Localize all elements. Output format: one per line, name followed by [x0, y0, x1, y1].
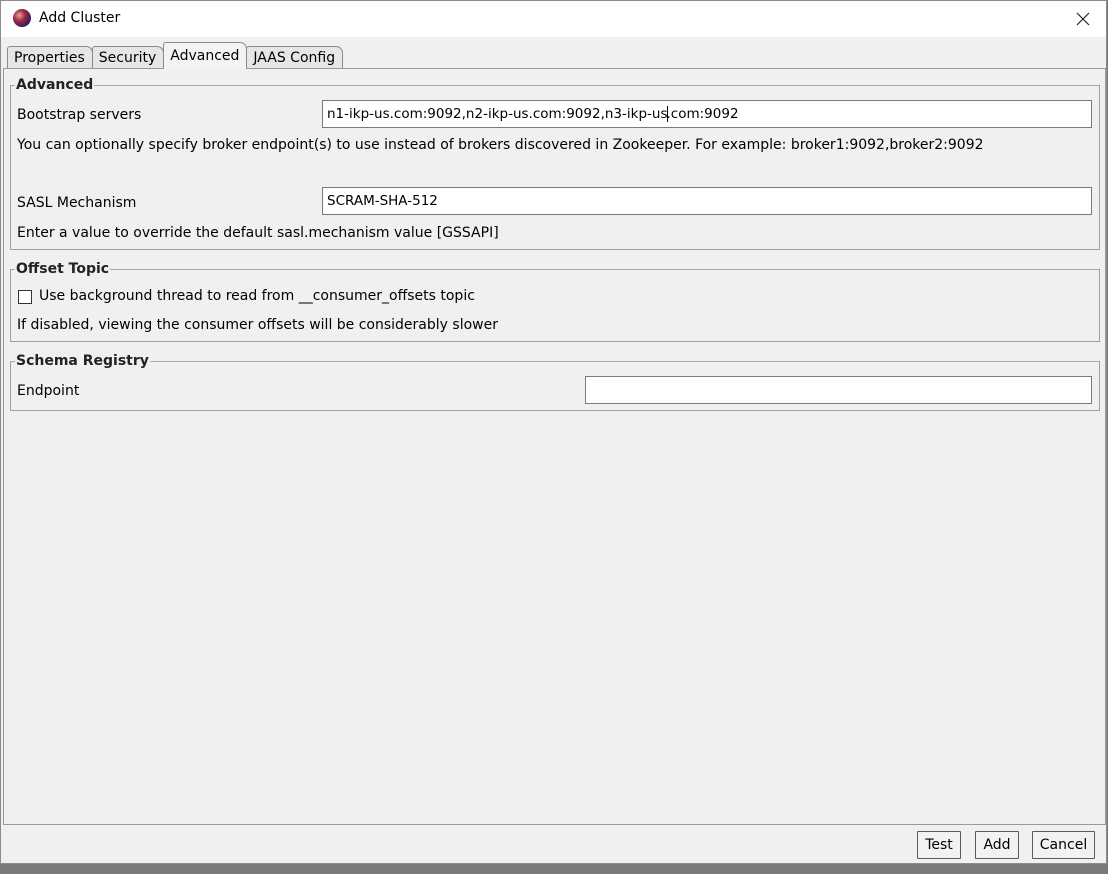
bootstrap-servers-label: Bootstrap servers: [17, 107, 142, 123]
tab-advanced[interactable]: Advanced: [163, 42, 248, 69]
add-button[interactable]: Add: [975, 831, 1019, 859]
endpoint-input[interactable]: [585, 376, 1092, 404]
title-bar: Add Cluster: [1, 1, 1106, 37]
offset-topic-legend: Offset Topic: [16, 261, 110, 277]
background-thread-checkbox[interactable]: [18, 290, 32, 304]
window-title: Add Cluster: [39, 10, 121, 26]
close-button[interactable]: [1060, 1, 1106, 37]
bootstrap-value-part1: n1-ikp-us.com:9092,n2-ikp-us.com:9092,n3…: [327, 106, 668, 122]
advanced-legend: Advanced: [16, 77, 94, 93]
tab-bar: Properties Security Advanced JAAS Config: [7, 42, 344, 69]
cancel-button[interactable]: Cancel: [1032, 831, 1095, 859]
dialog-footer: Test Add Cancel: [1, 827, 1108, 865]
close-icon: [1076, 12, 1090, 26]
tab-content-panel: Advanced Bootstrap servers n1-ikp-us.com…: [3, 68, 1106, 825]
bootstrap-servers-input[interactable]: n1-ikp-us.com:9092,n2-ikp-us.com:9092,n3…: [322, 100, 1092, 128]
schema-registry-legend: Schema Registry: [16, 353, 149, 369]
app-logo-icon: [13, 9, 31, 27]
endpoint-label: Endpoint: [17, 383, 80, 399]
test-button[interactable]: Test: [917, 831, 961, 859]
tab-jaas-config[interactable]: JAAS Config: [246, 46, 344, 69]
add-cluster-dialog: Add Cluster Properties Security Advanced…: [0, 0, 1107, 864]
tab-security[interactable]: Security: [91, 46, 165, 69]
tab-properties[interactable]: Properties: [7, 46, 93, 69]
bootstrap-value-part2: .com:9092: [666, 106, 739, 122]
sasl-mechanism-help: Enter a value to override the default sa…: [17, 225, 499, 241]
offset-topic-help: If disabled, viewing the consumer offset…: [17, 317, 498, 333]
sasl-mechanism-input[interactable]: SCRAM-SHA-512: [322, 187, 1092, 215]
sasl-mechanism-label: SASL Mechanism: [17, 195, 137, 211]
background-thread-label[interactable]: Use background thread to read from __con…: [39, 288, 475, 304]
bootstrap-servers-help: You can optionally specify broker endpoi…: [17, 137, 984, 153]
